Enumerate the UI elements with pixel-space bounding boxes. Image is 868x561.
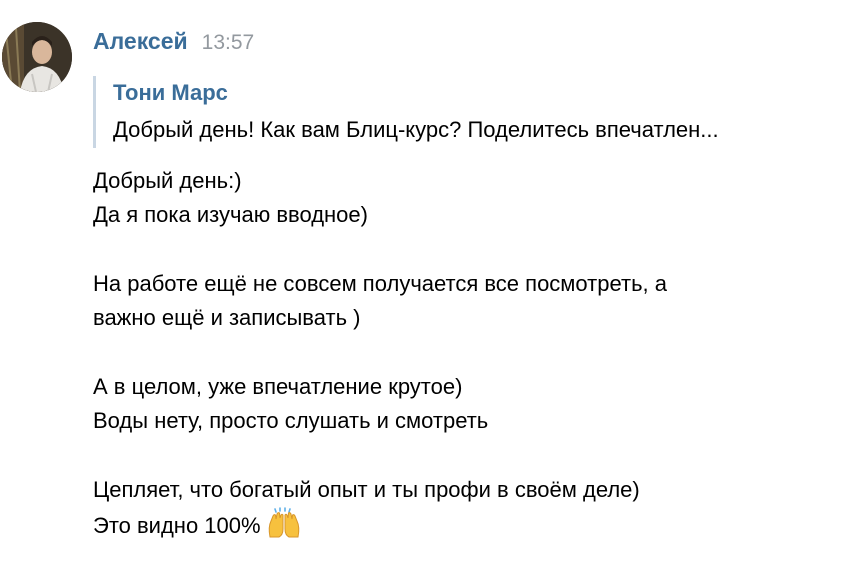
author-name[interactable]: Алексей xyxy=(93,28,188,55)
user-photo-avatar xyxy=(2,22,72,92)
message-line: Добрый день:) xyxy=(93,168,242,193)
message-line: Да я пока изучаю вводное) xyxy=(93,202,368,227)
message-line-last: Это видно 100% xyxy=(93,507,853,541)
avatar[interactable] xyxy=(2,22,72,92)
reply-text: Добрый день! Как вам Блиц-курс? Поделите… xyxy=(113,117,719,142)
message-line: А в целом, уже впечатление крутое) xyxy=(93,374,463,399)
message-line: На работе ещё не совсем получается все п… xyxy=(93,271,667,296)
message-time: 13:57 xyxy=(201,31,255,54)
message-header: Алексей 13:57 xyxy=(93,28,254,58)
message-line: Воды нету, просто слушать и смотреть xyxy=(93,408,489,433)
message-line: важно ещё и записывать ) xyxy=(93,305,361,330)
reply-quote[interactable]: Тони Марс Добрый день! Как вам Блиц-курс… xyxy=(93,76,863,148)
message-line: Цепляет, что богатый опыт и ты профи в с… xyxy=(93,477,640,502)
message-text: Добрый день:) Да я пока изучаю вводное) … xyxy=(93,164,853,541)
message-line-text: Это видно 100% xyxy=(93,513,261,538)
chat-message: Алексей 13:57 Тони Марс Добрый день! Как… xyxy=(0,0,868,561)
raising-hands-emoji xyxy=(267,507,301,549)
reply-author: Тони Марс xyxy=(113,80,228,105)
